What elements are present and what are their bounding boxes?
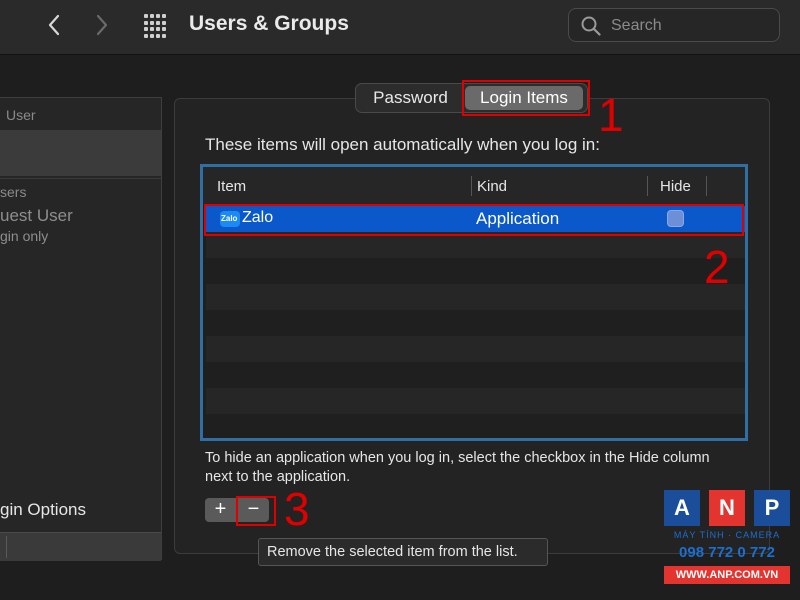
- annotation-step3: 3: [284, 483, 310, 535]
- logo-url: WWW.ANP.COM.VN: [664, 566, 790, 584]
- search-placeholder: Search: [611, 17, 662, 34]
- annotation-step1: 1: [598, 89, 624, 141]
- hide-hint-text: To hide an application when you log in, …: [205, 450, 710, 485]
- column-header-item[interactable]: Item: [217, 178, 246, 195]
- add-item-button[interactable]: +: [205, 498, 236, 522]
- annotation-box-step3: [236, 496, 276, 526]
- user-list-bottom-bar: [0, 532, 161, 561]
- logo-letter-n: N: [709, 490, 745, 526]
- annotation-step2: 2: [704, 241, 730, 293]
- anp-watermark-logo: A N P MÁY TÍNH · CAMERA 098 772 0 772 WW…: [664, 490, 790, 590]
- chevron-left-icon: [48, 14, 60, 36]
- empty-row: [206, 414, 745, 438]
- table-header: Item Kind Hide: [203, 167, 745, 204]
- logo-tagline: MÁY TÍNH · CAMERA: [673, 530, 781, 540]
- user-list: User sers uest User gin only gin Options: [0, 97, 162, 561]
- back-button[interactable]: [40, 10, 68, 40]
- logo-phone: 098 772 0 772: [679, 544, 775, 561]
- empty-row: [206, 284, 745, 310]
- forward-button[interactable]: [88, 10, 116, 40]
- guest-user-subtitle: gin only: [0, 228, 49, 244]
- login-items-description: These items will open automatically when…: [205, 135, 600, 154]
- logo-letter-a: A: [664, 490, 700, 526]
- selected-user-row[interactable]: [0, 130, 161, 176]
- divider: [0, 178, 161, 179]
- search-field[interactable]: Search: [568, 8, 780, 42]
- column-divider: [706, 176, 707, 196]
- login-options-item[interactable]: gin Options: [0, 500, 86, 520]
- window-title: Users & Groups: [189, 12, 349, 35]
- empty-row: [206, 388, 745, 414]
- annotation-box-step2: [204, 204, 744, 236]
- column-header-hide[interactable]: Hide: [660, 178, 691, 195]
- other-users-header: sers: [0, 184, 27, 200]
- users-groups-window: Users & Groups Search User sers uest Use…: [0, 0, 800, 600]
- current-user-header: User: [6, 107, 36, 123]
- chevron-right-icon: [96, 14, 108, 36]
- remove-tooltip: Remove the selected item from the list.: [258, 538, 548, 566]
- empty-row: [206, 336, 745, 362]
- logo-letter-p: P: [754, 490, 790, 526]
- annotation-box-step1: [462, 80, 590, 116]
- guest-user-item[interactable]: uest User: [0, 206, 73, 226]
- show-all-grid-icon[interactable]: [144, 14, 168, 38]
- empty-row: [206, 362, 745, 388]
- tab-password[interactable]: Password: [359, 86, 462, 110]
- search-icon: [581, 16, 601, 36]
- toolbar: Users & Groups Search: [0, 0, 800, 55]
- empty-row: [206, 310, 745, 336]
- column-divider: [471, 176, 472, 196]
- empty-row: [206, 258, 745, 284]
- column-header-kind[interactable]: Kind: [477, 178, 507, 195]
- divider: [6, 536, 7, 558]
- column-divider: [647, 176, 648, 196]
